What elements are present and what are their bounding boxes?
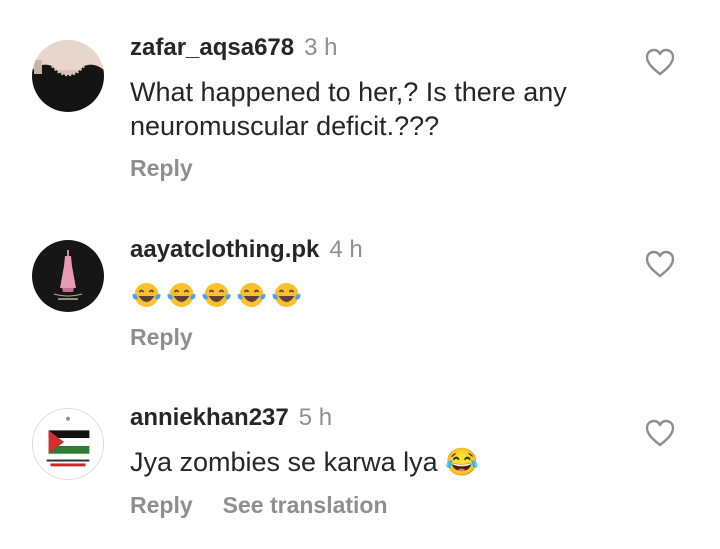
username[interactable]: anniekhan237	[130, 404, 289, 431]
palestine-flag-badge-icon	[33, 409, 103, 479]
timestamp[interactable]: 4 h	[329, 236, 362, 263]
comment-header: aayatclothing.pk 4 h	[130, 236, 363, 264]
comment-actions: Reply See translation	[130, 491, 388, 519]
tears-of-joy-emoji-icon	[202, 282, 231, 307]
comment-actions: Reply	[130, 323, 193, 351]
aayat-clothing-logo-icon	[32, 240, 104, 312]
avatar[interactable]	[32, 40, 104, 112]
comment-header: anniekhan237 5 h	[130, 404, 332, 432]
comment-actions: Reply	[130, 154, 193, 182]
tears-of-joy-emoji-icon	[132, 282, 161, 307]
timestamp[interactable]: 3 h	[304, 34, 337, 61]
username[interactable]: aayatclothing.pk	[130, 236, 319, 263]
comment-item: aayatclothing.pk 4 h 😂😂😂😂😂 Reply	[0, 190, 720, 360]
comment-item: anniekhan237 5 h Jya zombies se karwa lya…	[0, 360, 720, 549]
username[interactable]: zafar_aqsa678	[130, 34, 294, 61]
avatar[interactable]	[32, 240, 104, 312]
comment-text: Jya zombies se karwa lya 😂	[130, 447, 479, 477]
tears-of-joy-emoji-icon	[272, 282, 301, 307]
reply-button[interactable]: Reply	[130, 324, 193, 350]
like-heart-icon[interactable]	[644, 47, 676, 77]
tears-of-joy-emoji-icon	[167, 282, 196, 307]
comment-item: zafar_aqsa678 3 h What happened to her,? …	[0, 0, 720, 190]
timestamp[interactable]: 5 h	[299, 404, 332, 431]
comment-text: What happened to her,? Is there any neur…	[130, 77, 567, 141]
like-heart-icon[interactable]	[644, 418, 676, 448]
tears-of-joy-emoji-icon	[237, 282, 266, 307]
avatar[interactable]	[32, 408, 104, 480]
comment-header: zafar_aqsa678 3 h	[130, 34, 338, 62]
see-translation-button[interactable]: See translation	[223, 492, 388, 518]
emoji-text: 😂😂😂😂😂	[130, 276, 131, 277]
comment-text: 😂😂😂😂😂	[130, 276, 630, 310]
like-heart-icon[interactable]	[644, 249, 676, 279]
reply-button[interactable]: Reply	[130, 492, 193, 518]
reply-button[interactable]: Reply	[130, 155, 193, 181]
profile-photo-icon	[32, 40, 104, 112]
